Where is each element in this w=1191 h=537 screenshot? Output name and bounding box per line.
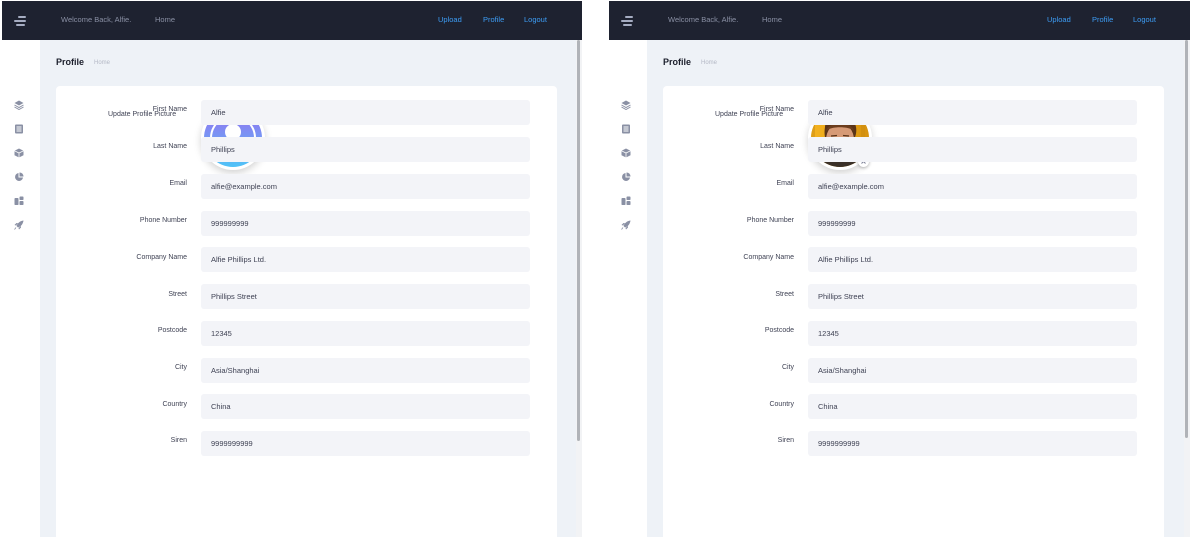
- profile-card: Update Profile Picture First Name Alfie La…: [56, 86, 557, 537]
- phone-number-input[interactable]: 999999999: [201, 211, 530, 236]
- siren-input[interactable]: 9999999999: [808, 431, 1137, 456]
- top-navbar: Welcome Back, Alfie. Home Upload Profile…: [609, 1, 1190, 40]
- breadcrumb[interactable]: Home: [94, 60, 110, 66]
- page-scrollbar[interactable]: [576, 40, 582, 537]
- sidebar-rocket-icon[interactable]: [14, 217, 24, 230]
- sidebar-layout-icon[interactable]: [14, 193, 24, 205]
- sidebar-layers-icon[interactable]: [621, 97, 631, 111]
- sidebar: [609, 40, 647, 537]
- scrollbar-thumb[interactable]: [577, 40, 580, 441]
- sidebar: [2, 40, 40, 537]
- city-input[interactable]: Asia/Shanghai: [201, 358, 530, 383]
- nav-home-link[interactable]: Home: [762, 15, 782, 24]
- last-name-label: Last Name: [153, 143, 187, 150]
- right-profile-screen: Welcome Back, Alfie. Home Upload Profile…: [609, 1, 1190, 537]
- last-name-input[interactable]: Phillips: [808, 137, 1137, 162]
- scroll-fade: [56, 523, 557, 537]
- last-name-label: Last Name: [760, 143, 794, 150]
- country-label: Country: [162, 401, 187, 408]
- street-input[interactable]: Phillips Street: [201, 284, 530, 309]
- postcode-label: Postcode: [764, 327, 794, 334]
- company-name-label: Company Name: [136, 254, 187, 261]
- phone-number-label: Phone Number: [139, 217, 187, 224]
- last-name-input[interactable]: Phillips: [201, 137, 530, 162]
- siren-input[interactable]: 9999999999: [201, 431, 530, 456]
- left-profile-screen: Welcome Back, Alfie. Home Upload Profile…: [2, 1, 582, 537]
- sidebar-pie-chart-icon[interactable]: [14, 169, 24, 181]
- top-navbar: Welcome Back, Alfie. Home Upload Profile…: [2, 1, 582, 40]
- city-label: City: [174, 364, 187, 371]
- sidebar-box-icon[interactable]: [621, 145, 631, 158]
- city-input[interactable]: Asia/Shanghai: [808, 358, 1137, 383]
- first-name-label: First Name: [152, 106, 187, 113]
- company-name-input[interactable]: Alfie Phillips Ltd.: [808, 247, 1137, 272]
- email-label: Email: [169, 180, 187, 187]
- email-input[interactable]: alfie@example.com: [201, 174, 530, 199]
- sidebar-list-icon[interactable]: [621, 121, 631, 134]
- siren-label: Siren: [170, 437, 187, 444]
- scrollbar-thumb[interactable]: [1185, 40, 1188, 438]
- sidebar-layers-icon[interactable]: [14, 97, 24, 111]
- street-input[interactable]: Phillips Street: [808, 284, 1137, 309]
- profile-link[interactable]: Profile: [483, 15, 504, 24]
- sidebar-list-icon[interactable]: [14, 121, 24, 134]
- first-name-label: First Name: [759, 106, 794, 113]
- city-label: City: [781, 364, 794, 371]
- country-input[interactable]: China: [201, 394, 530, 419]
- sidebar-pie-chart-icon[interactable]: [621, 169, 631, 181]
- logout-link[interactable]: Logout: [1133, 15, 1156, 24]
- phone-number-input[interactable]: 999999999: [808, 211, 1137, 236]
- street-label: Street: [168, 291, 187, 298]
- sidebar-box-icon[interactable]: [14, 145, 24, 158]
- upload-link[interactable]: Upload: [438, 15, 462, 24]
- welcome-message: Welcome Back, Alfie.: [668, 15, 739, 24]
- sidebar-rocket-icon[interactable]: [621, 217, 631, 230]
- company-name-input[interactable]: Alfie Phillips Ltd.: [201, 247, 530, 272]
- street-label: Street: [775, 291, 794, 298]
- menu-toggle-icon[interactable]: [621, 16, 635, 26]
- profile-card: Update Profile Picture First Name Alfie La…: [663, 86, 1164, 537]
- page-title: Profile: [663, 57, 692, 67]
- postcode-label: Postcode: [157, 327, 187, 334]
- page-title: Profile: [56, 57, 85, 67]
- country-label: Country: [769, 401, 794, 408]
- email-label: Email: [776, 180, 794, 187]
- sidebar-layout-icon[interactable]: [621, 193, 631, 205]
- postcode-input[interactable]: 12345: [201, 321, 530, 346]
- first-name-input[interactable]: Alfie: [808, 100, 1137, 125]
- profile-link[interactable]: Profile: [1092, 15, 1113, 24]
- scroll-fade: [663, 523, 1164, 537]
- menu-toggle-icon[interactable]: [14, 16, 28, 26]
- email-input[interactable]: alfie@example.com: [808, 174, 1137, 199]
- company-name-label: Company Name: [743, 254, 794, 261]
- welcome-message: Welcome Back, Alfie.: [61, 15, 132, 24]
- first-name-input[interactable]: Alfie: [201, 100, 530, 125]
- breadcrumb[interactable]: Home: [701, 60, 717, 66]
- country-input[interactable]: China: [808, 394, 1137, 419]
- logout-link[interactable]: Logout: [524, 15, 547, 24]
- nav-home-link[interactable]: Home: [155, 15, 175, 24]
- phone-number-label: Phone Number: [746, 217, 794, 224]
- page-scrollbar[interactable]: [1184, 40, 1190, 537]
- upload-link[interactable]: Upload: [1047, 15, 1071, 24]
- postcode-input[interactable]: 12345: [808, 321, 1137, 346]
- siren-label: Siren: [777, 437, 794, 444]
